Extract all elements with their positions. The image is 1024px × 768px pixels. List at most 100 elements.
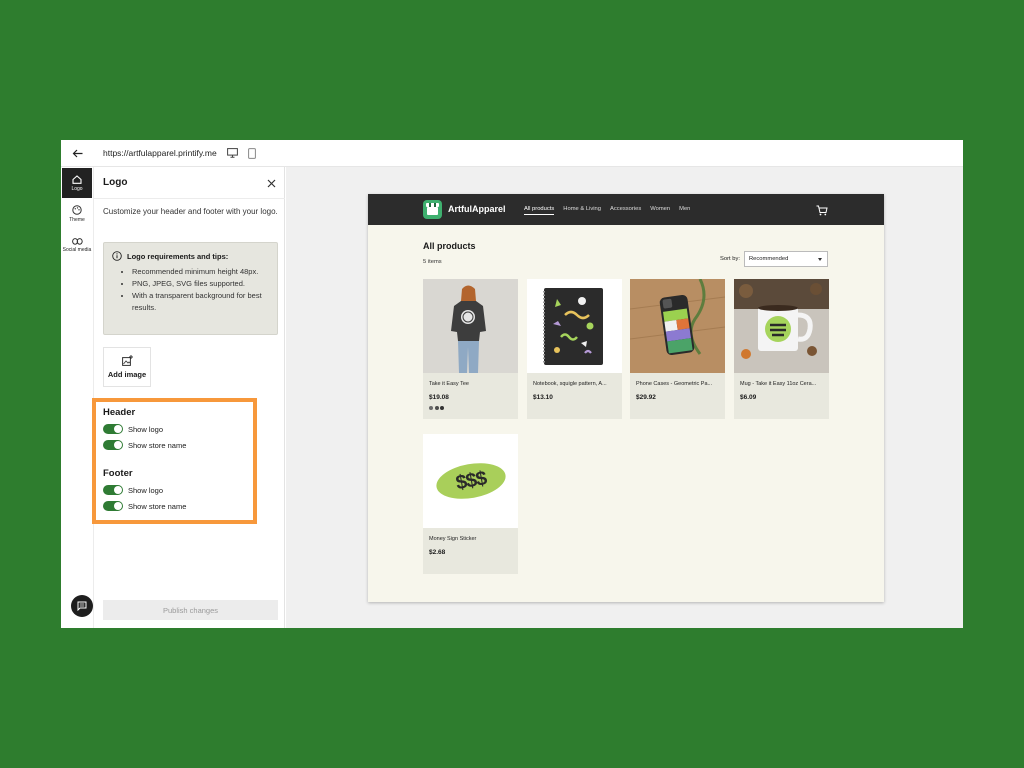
color-swatch[interactable] xyxy=(440,406,444,410)
sort-value: Recommended xyxy=(749,256,789,262)
header-show-store-name-toggle[interactable] xyxy=(103,440,123,450)
logo-settings-panel: Logo Customize your header and footer wi… xyxy=(92,167,285,628)
cart-icon xyxy=(816,205,828,216)
product-card[interactable]: Take it Easy Tee $19.08 xyxy=(423,279,518,419)
product-card[interactable]: Mug - Take it Easy 11oz Cera... $6.09 xyxy=(734,279,829,419)
toggle-label: Show logo xyxy=(128,485,164,495)
toggle-label: Show store name xyxy=(128,440,187,450)
info-icon xyxy=(112,251,122,261)
add-image-button[interactable]: Add image xyxy=(103,347,151,387)
close-icon xyxy=(267,179,275,187)
sticker-text: $$$ xyxy=(453,467,488,494)
store-nav-men[interactable]: Men xyxy=(679,206,690,215)
desktop-view-button[interactable] xyxy=(226,148,238,158)
product-price: $6.09 xyxy=(740,394,757,401)
product-card[interactable]: $$$ Money Sign Sticker $2.68 xyxy=(423,434,518,574)
item-count: 5 items xyxy=(423,259,442,265)
storefront-icon xyxy=(427,207,438,215)
url-bar: https://artfulapparel.printify.me xyxy=(61,140,963,167)
header-show-store-name-row: Show store name xyxy=(103,440,186,450)
store-logo[interactable] xyxy=(423,200,442,219)
product-card[interactable]: Notebook, squigle pattern, A... $13.10 xyxy=(527,279,622,419)
tips-heading-row: Logo requirements and tips: xyxy=(112,251,269,261)
publish-changes-button[interactable]: Publish changes xyxy=(103,600,278,620)
tips-list: Recommended minimum height 48px. PNG, JP… xyxy=(132,266,269,314)
product-price: $2.68 xyxy=(429,549,446,556)
store-nav: All products Home & Living Accessories W… xyxy=(524,206,699,215)
color-swatches xyxy=(429,406,446,410)
footer-show-logo-row: Show logo xyxy=(103,485,163,495)
store-nav-home-living[interactable]: Home & Living xyxy=(563,206,601,215)
footer-show-store-name-toggle[interactable] xyxy=(103,501,123,511)
footer-section-title: Footer xyxy=(103,468,133,479)
product-price: $13.10 xyxy=(533,394,553,401)
close-panel-button[interactable] xyxy=(264,176,278,190)
store-header: ArtfulApparel All products Home & Living… xyxy=(368,194,884,225)
chevron-down-icon xyxy=(818,258,822,261)
palette-icon xyxy=(72,205,82,215)
tip-item: PNG, JPEG, SVG files supported. xyxy=(132,278,269,290)
phone-case-photo xyxy=(630,279,725,373)
toggle-label: Show store name xyxy=(128,501,187,511)
product-image-mug xyxy=(734,279,829,373)
color-swatch[interactable] xyxy=(434,406,439,410)
mobile-icon xyxy=(247,147,256,159)
header-show-logo-row: Show logo xyxy=(103,424,163,434)
logo-tips-box: Logo requirements and tips: Recommended … xyxy=(103,242,278,335)
product-image-notebook xyxy=(527,279,622,373)
toggle-label: Show logo xyxy=(128,424,164,434)
store-nav-women[interactable]: Women xyxy=(650,206,670,215)
tee-photo xyxy=(423,279,518,373)
side-rail: Logo Theme Social media xyxy=(61,167,94,628)
rail-label: Logo xyxy=(71,185,83,192)
link-icon xyxy=(71,237,83,245)
store-nav-all-products[interactable]: All products xyxy=(524,206,555,215)
product-image-tee xyxy=(423,279,518,373)
home-icon xyxy=(72,174,82,184)
tips-heading: Logo requirements and tips: xyxy=(127,251,229,261)
desktop-icon xyxy=(226,148,238,158)
panel-title: Logo xyxy=(103,177,128,188)
header-section-title: Header xyxy=(103,407,136,418)
panel-divider xyxy=(94,198,285,199)
tip-item: Recommended minimum height 48px. xyxy=(132,266,269,278)
arrow-left-icon xyxy=(72,149,82,157)
money-sticker: $$$ xyxy=(433,458,508,504)
store-nav-accessories[interactable]: Accessories xyxy=(610,206,641,215)
add-image-icon xyxy=(121,355,133,366)
mobile-view-button[interactable] xyxy=(247,147,256,159)
chat-button[interactable] xyxy=(71,595,93,617)
store-page-title: All products xyxy=(423,241,476,251)
sort-label: Sort by: xyxy=(720,256,740,262)
tip-item: With a transparent background for best r… xyxy=(132,290,269,314)
sort-select[interactable]: Recommended xyxy=(744,251,828,267)
product-card[interactable]: Phone Cases - Geometric Pa... $29.92 xyxy=(630,279,725,419)
cart-button[interactable] xyxy=(816,203,828,221)
product-name: Money Sign Sticker xyxy=(429,536,477,542)
product-name: Phone Cases - Geometric Pa... xyxy=(636,381,713,387)
store-url: https://artfulapparel.printify.me xyxy=(103,148,217,158)
product-price: $19.08 xyxy=(429,394,449,401)
rail-item-logo[interactable]: Logo xyxy=(62,168,92,198)
rail-label: Theme xyxy=(69,217,85,223)
header-show-logo-toggle[interactable] xyxy=(103,424,123,434)
product-price: $29.92 xyxy=(636,394,656,401)
color-swatch[interactable] xyxy=(429,406,433,410)
footer-show-store-name-row: Show store name xyxy=(103,501,186,511)
product-name: Mug - Take it Easy 11oz Cera... xyxy=(740,381,817,387)
product-image-phone-case xyxy=(630,279,725,373)
rail-item-theme[interactable]: Theme xyxy=(62,199,92,229)
product-name: Take it Easy Tee xyxy=(429,381,469,387)
mug-photo xyxy=(734,279,829,373)
footer-show-logo-toggle[interactable] xyxy=(103,485,123,495)
product-name: Notebook, squigle pattern, A... xyxy=(533,381,607,387)
chat-icon xyxy=(77,601,87,611)
rail-label: Social media xyxy=(62,246,92,253)
store-name[interactable]: ArtfulApparel xyxy=(448,204,506,214)
rail-item-social-media[interactable]: Social media xyxy=(62,230,92,260)
product-image-sticker: $$$ xyxy=(423,434,518,528)
editor-window: https://artfulapparel.printify.me Logo T… xyxy=(61,140,963,628)
store-preview: ArtfulApparel All products Home & Living… xyxy=(368,194,884,602)
panel-description: Customize your header and footer with yo… xyxy=(103,207,278,216)
back-button[interactable] xyxy=(61,140,93,167)
